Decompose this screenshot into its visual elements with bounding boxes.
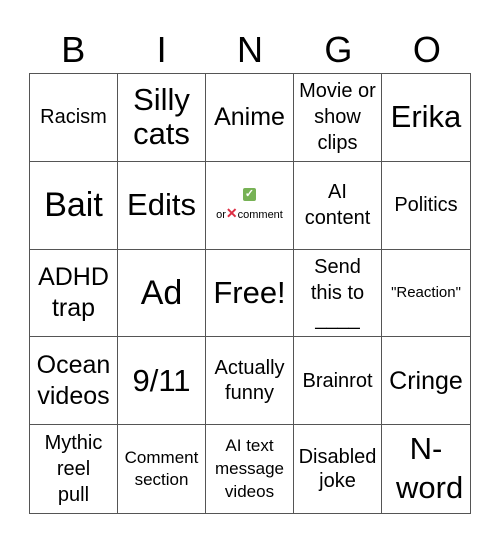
cell-text: Edits [127, 187, 196, 223]
cell-text: Disabled joke [298, 446, 377, 493]
cell-text: Anime [214, 103, 285, 132]
bingo-grid: Racism Silly cats Anime Movie or show cl… [29, 73, 471, 514]
bingo-cell[interactable]: Free! [206, 249, 294, 338]
cell-text: Movie or show clips [299, 80, 376, 155]
cell-text: Send this to ____ [310, 255, 365, 330]
bingo-cell[interactable]: Comment section [118, 425, 206, 513]
bingo-cell[interactable]: Send this to ____ [294, 249, 382, 338]
cell-text: Erika [390, 99, 462, 135]
bingo-cell[interactable]: Silly cats [118, 74, 206, 162]
bingo-cell[interactable]: Disabled joke [294, 425, 382, 513]
bingo-cell[interactable]: Bait [30, 161, 118, 250]
bingo-cell[interactable]: Brainrot [294, 337, 382, 426]
cell-text: Comment section [124, 448, 199, 490]
bingo-cell[interactable]: AI text message videos [206, 425, 294, 513]
bingo-cell[interactable]: Actually funny [206, 337, 294, 426]
header-letter-g: G [324, 29, 353, 70]
bingo-cell[interactable]: Cringe [382, 337, 470, 426]
cell-text: AI content [304, 181, 371, 230]
cell-text: Ocean videos [36, 350, 111, 410]
bingo-cell[interactable]: Ocean videos [30, 337, 118, 426]
cell-text: Free! [213, 274, 286, 310]
cell-content: ✓ or✕comment [216, 186, 283, 224]
cell-text: Cringe [389, 366, 463, 395]
cell-text: 9/11 [132, 362, 191, 398]
cell-text: Bait [44, 186, 103, 225]
cell-text: AI text message videos [215, 435, 284, 501]
header-letter-b: B [61, 29, 86, 70]
bingo-header: B I N G O [29, 28, 471, 72]
bingo-cell[interactable]: Movie or show clips [294, 74, 382, 162]
bingo-cell[interactable]: AI content [294, 161, 382, 250]
cell-text: "Reaction" [391, 283, 461, 301]
bingo-cell[interactable]: Edits [118, 161, 206, 250]
bingo-cell[interactable]: ✓ or✕comment [206, 161, 294, 250]
cell-text: N-word [396, 431, 464, 506]
header-letter-n: N [237, 29, 264, 70]
bingo-cell[interactable]: Anime [206, 74, 294, 162]
cell-text: Politics [394, 194, 458, 216]
bingo-cell[interactable]: Erika [382, 74, 470, 162]
cross-mark-icon: ✕ [225, 204, 238, 221]
bingo-cell[interactable]: ADHD trap [30, 249, 118, 338]
cell-text: Racism [40, 106, 107, 129]
header-letter-i: I [156, 29, 167, 70]
check-mark-icon: ✓ [242, 188, 256, 202]
cell-text: Actually funny [214, 356, 285, 404]
bingo-cell[interactable]: "Reaction" [382, 250, 470, 338]
cell-prefix: or [216, 208, 226, 221]
bingo-cell[interactable]: Ad [118, 249, 206, 338]
cell-text: Silly cats [133, 82, 190, 152]
cell-text: Ad [140, 273, 183, 312]
bingo-cell[interactable]: Mythic reel pull [30, 425, 118, 513]
bingo-cell[interactable]: Racism [30, 74, 118, 162]
bingo-cell[interactable]: N-word [382, 425, 470, 513]
cell-text: Mythic reel pull [44, 432, 103, 507]
bingo-cell[interactable]: Politics [382, 162, 470, 250]
cell-text: comment [237, 208, 283, 221]
bingo-cell[interactable]: 9/11 [118, 337, 206, 426]
cell-text: ADHD trap [38, 262, 109, 322]
cell-text: Brainrot [302, 369, 373, 392]
header-letter-o: O [412, 29, 441, 70]
